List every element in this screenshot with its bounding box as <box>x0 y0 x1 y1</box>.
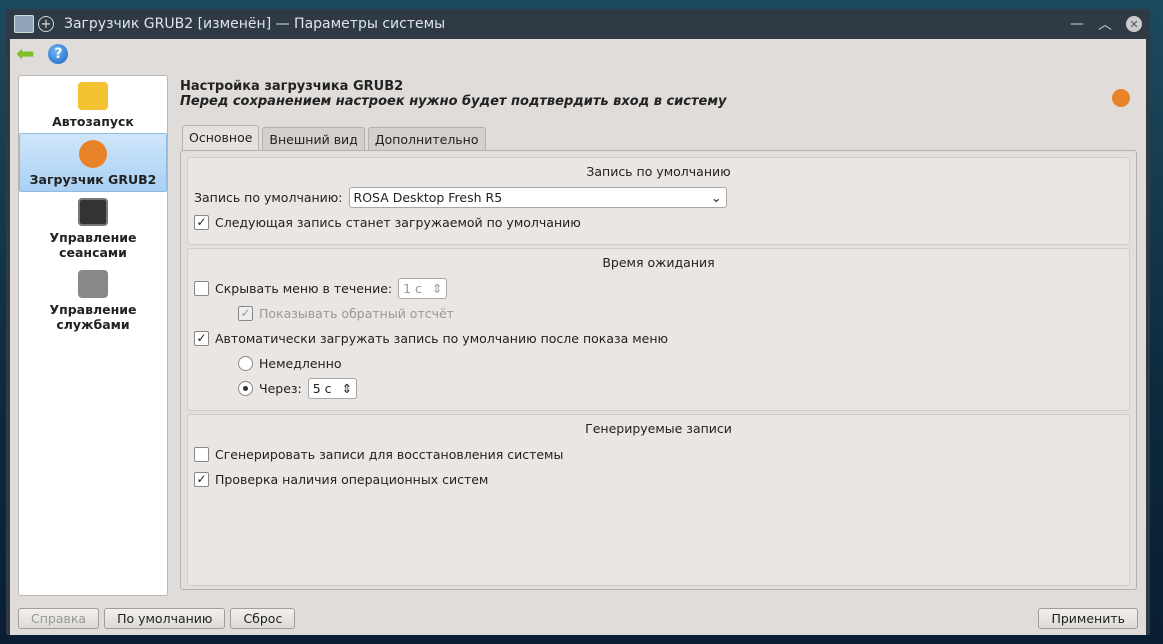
client-area: ⬅ ? Автозапуск Загрузчик GRUB2 Управлени… <box>10 39 1146 635</box>
tab-advanced[interactable]: Дополнительно <box>367 127 486 151</box>
immediately-radio[interactable] <box>238 356 253 371</box>
hide-timeout-spinbox[interactable]: 1 с ⇕ <box>398 278 448 299</box>
apply-button[interactable]: Применить <box>1038 608 1138 629</box>
pin-icon[interactable]: + <box>38 16 54 32</box>
defaults-button[interactable]: По умолчанию <box>104 608 226 629</box>
countdown-checkbox[interactable]: ✓ <box>238 306 253 321</box>
grub-icon <box>1112 89 1130 107</box>
autostart-icon <box>78 82 108 110</box>
radio-label: Через: <box>259 381 302 396</box>
sidebar-item-label: Загрузчик GRUB2 <box>29 172 157 187</box>
checkbox-label: Следующая запись станет загружаемой по у… <box>215 215 581 230</box>
os-prober-checkbox[interactable]: ✓ <box>194 472 209 487</box>
page-subtitle: Перед сохранением настроек нужно будет п… <box>180 94 727 109</box>
sidebar-item-autostart[interactable]: Автозапуск <box>19 76 167 133</box>
spin-arrows-icon: ⇕ <box>341 381 353 396</box>
back-arrow-icon[interactable]: ⬅ <box>16 42 34 67</box>
next-default-checkbox[interactable]: ✓ Следующая запись станет загружаемой по … <box>194 210 1123 235</box>
sidebar-item-grub2[interactable]: Загрузчик GRUB2 <box>19 133 167 192</box>
help-icon[interactable]: ? <box>48 44 69 64</box>
sidebar: Автозапуск Загрузчик GRUB2 Управление се… <box>18 75 168 596</box>
window: + Загрузчик GRUB2 [изменён] — Параметры … <box>6 9 1150 635</box>
hide-menu-checkbox[interactable] <box>194 281 209 296</box>
checkbox-label: Скрывать меню в течение: <box>215 281 393 296</box>
sidebar-item-services[interactable]: Управление службами <box>19 264 167 336</box>
checkbox-checked[interactable]: ✓ <box>194 215 209 230</box>
sidebar-item-sessions[interactable]: Управление сеансами <box>19 192 167 264</box>
spin-value: 1 с <box>403 281 422 296</box>
help-button[interactable]: Справка <box>18 608 100 629</box>
sidebar-item-label: Автозапуск <box>52 114 134 129</box>
recovery-checkbox[interactable] <box>194 447 209 462</box>
page-title: Настройка загрузчика GRUB2 <box>180 79 404 94</box>
default-entry-select[interactable]: ROSA Desktop Fresh R5 ⌄ <box>348 187 727 208</box>
minimize-icon[interactable]: — <box>1070 16 1084 32</box>
title-bar: + Загрузчик GRUB2 [изменён] — Параметры … <box>6 9 1150 39</box>
session-icon <box>78 198 108 226</box>
checkbox-label: Проверка наличия операционных систем <box>215 472 489 487</box>
default-entry-label: Запись по умолчанию: <box>194 190 343 205</box>
group-title: Время ожидания <box>602 255 715 270</box>
default-entry-group: Запись по умолчанию Запись по умолчанию:… <box>187 157 1130 245</box>
close-icon[interactable]: ✕ <box>1126 16 1142 32</box>
window-title: Загрузчик GRUB2 [изменён] — Параметры си… <box>64 16 446 32</box>
grub-icon <box>79 140 107 168</box>
checkbox-label: Автоматически загружать запись по умолча… <box>215 331 669 346</box>
spin-value: 5 с <box>312 381 332 396</box>
group-title: Генерируемые записи <box>585 421 732 436</box>
auto-boot-checkbox[interactable]: ✓ <box>194 331 209 346</box>
maximize-icon[interactable]: ︿ <box>1098 14 1112 34</box>
checkbox-label: Показывать обратный отсчёт <box>259 306 454 321</box>
tab-general[interactable]: Основное <box>182 125 260 151</box>
select-value: ROSA Desktop Fresh R5 <box>353 190 503 205</box>
app-icon <box>14 15 34 33</box>
after-radio[interactable] <box>238 381 253 396</box>
sidebar-item-label: Управление службами <box>49 302 137 332</box>
chevron-down-icon: ⌄ <box>711 190 722 205</box>
spin-arrows-icon: ⇕ <box>431 281 443 296</box>
tab-panel: Запись по умолчанию Запись по умолчанию:… <box>180 150 1137 590</box>
radio-label: Немедленно <box>259 356 342 371</box>
checkbox-label: Сгенерировать записи для восстановления … <box>215 447 564 462</box>
reset-button[interactable]: Сброс <box>230 608 296 629</box>
generated-entries-group: Генерируемые записи Сгенерировать записи… <box>187 414 1130 586</box>
sidebar-item-label: Управление сеансами <box>49 230 137 260</box>
timeout-group: Время ожидания Скрывать меню в течение: 1… <box>187 248 1130 411</box>
group-title: Запись по умолчанию <box>586 164 731 179</box>
after-timeout-spinbox[interactable]: 5 с ⇕ <box>307 378 358 399</box>
services-icon <box>78 270 108 298</box>
tab-appearance[interactable]: Внешний вид <box>262 127 365 151</box>
